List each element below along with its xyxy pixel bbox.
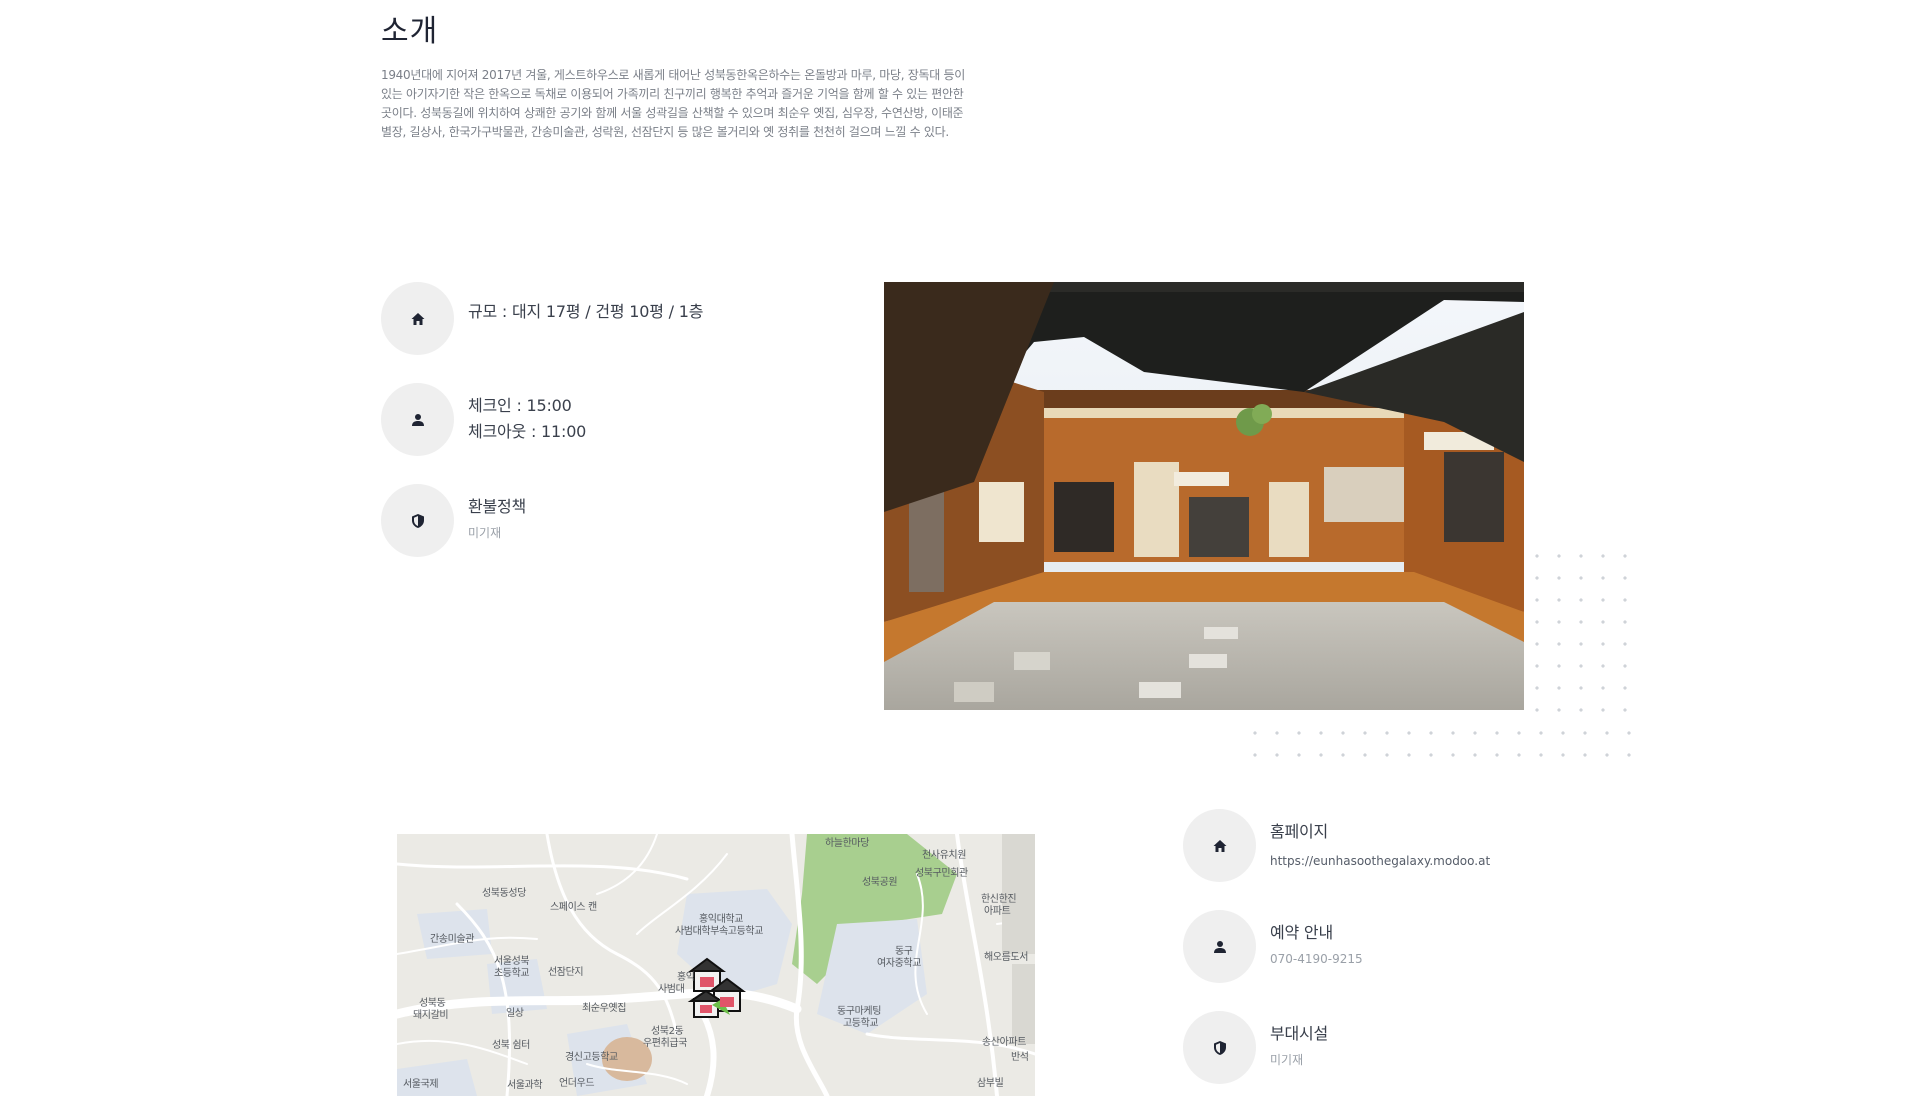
person-icon-circle: [381, 383, 454, 456]
map-label: 홍익: [677, 972, 695, 983]
map-label: 돼지갈비: [413, 1010, 449, 1021]
map-label: 경신고등학교: [565, 1052, 618, 1063]
facilities-value: 미기재: [1270, 1053, 1304, 1067]
map-label: 성북2동: [651, 1026, 684, 1037]
decorative-dots-bottom: [1244, 722, 1636, 758]
map-label: 천사유치원: [922, 850, 967, 861]
map-label: 일상: [506, 1008, 524, 1019]
map-label: 사범대학부속고등학교: [675, 926, 764, 937]
map-label: 성북구민회관: [915, 868, 968, 879]
map-label: 해오름도서: [984, 952, 1029, 963]
info-facilities: 부대시설 미기재: [1183, 1011, 1328, 1084]
shield-icon: [1213, 1040, 1226, 1055]
location-map[interactable]: 하늘한마당 천사유치원 성북공원 성북구민회관 성북동성당 스페이스 캔 홍익대…: [397, 834, 1035, 1096]
intro-description: 1940년대에 지어져 2017년 겨울, 게스트하우스로 새롭게 태어난 성북…: [381, 68, 965, 139]
checkout-text: 체크아웃 : 11:00: [468, 422, 587, 441]
map-label: 성북동: [419, 998, 446, 1009]
info-scale: 규모 : 대지 17평 / 건평 10평 / 1층: [381, 282, 703, 355]
info-reservation: 예약 안내 070-4190-9215: [1183, 910, 1363, 983]
map-label: 여자중학교: [877, 958, 922, 969]
hanok-photo: [884, 282, 1524, 710]
homepage-title: 홈페이지: [1270, 822, 1329, 841]
map-label: 선잠단지: [548, 967, 584, 978]
info-refund: 환불정책 미기재: [381, 484, 526, 557]
map-label: 동구: [895, 946, 913, 957]
refund-value: 미기재: [468, 526, 502, 540]
map-label: 동구마케팅: [837, 1006, 882, 1017]
shield-icon-circle: [381, 484, 454, 557]
reservation-phone[interactable]: 070-4190-9215: [1270, 949, 1363, 969]
checkin-text: 체크인 : 15:00: [468, 396, 572, 415]
shield-icon-circle: [1183, 1011, 1256, 1084]
map-label: 하늘한마당: [825, 838, 870, 849]
map-label: 초등학교: [494, 968, 530, 979]
home-icon-circle: [381, 282, 454, 355]
home-icon: [411, 312, 424, 325]
map-label: 스페이스 캔: [550, 902, 597, 913]
decorative-dots-right: [1526, 545, 1636, 715]
map-label: 우편취급국: [643, 1038, 688, 1049]
map-label: 서울국제: [403, 1079, 439, 1090]
info-homepage: 홈페이지 https://eunhasoothegalaxy.modoo.at: [1183, 809, 1490, 882]
info-checktime: 체크인 : 15:00 체크아웃 : 11:00: [381, 383, 586, 456]
person-icon-circle: [1183, 910, 1256, 983]
map-label: 아파트: [984, 906, 1011, 917]
map-label: 성북공원: [862, 877, 898, 888]
map-label: 서울성북: [494, 956, 530, 967]
map-label: 간송미술관: [430, 934, 475, 945]
homepage-link[interactable]: https://eunhasoothegalaxy.modoo.at: [1270, 851, 1490, 871]
reservation-title: 예약 안내: [1270, 923, 1333, 942]
map-label: 반석: [1011, 1052, 1029, 1063]
map-label: 서울과학: [507, 1080, 543, 1091]
scale-text: 규모 : 대지 17평 / 건평 10평 / 1층: [468, 302, 704, 321]
refund-title: 환불정책: [468, 497, 527, 516]
home-icon: [1213, 839, 1226, 852]
map-label: 한신한진: [981, 894, 1017, 905]
shield-icon: [411, 513, 424, 528]
map-label: 홍익대학교: [699, 914, 744, 925]
person-icon: [1213, 940, 1226, 953]
hanok-courtyard-image: [884, 282, 1524, 710]
person-icon: [411, 413, 424, 426]
section-title-intro: 소개: [381, 14, 439, 49]
map-label: 최순우옛집: [582, 1003, 627, 1014]
facilities-title: 부대시설: [1270, 1024, 1329, 1043]
map-label: 고등학교: [843, 1018, 879, 1029]
map-label: 성북동성당: [482, 888, 527, 899]
map-label: 송산아파트: [982, 1037, 1027, 1048]
home-icon-circle: [1183, 809, 1256, 882]
map-label: 사범대: [658, 984, 685, 995]
map-label: 성북 쉼터: [492, 1040, 530, 1051]
